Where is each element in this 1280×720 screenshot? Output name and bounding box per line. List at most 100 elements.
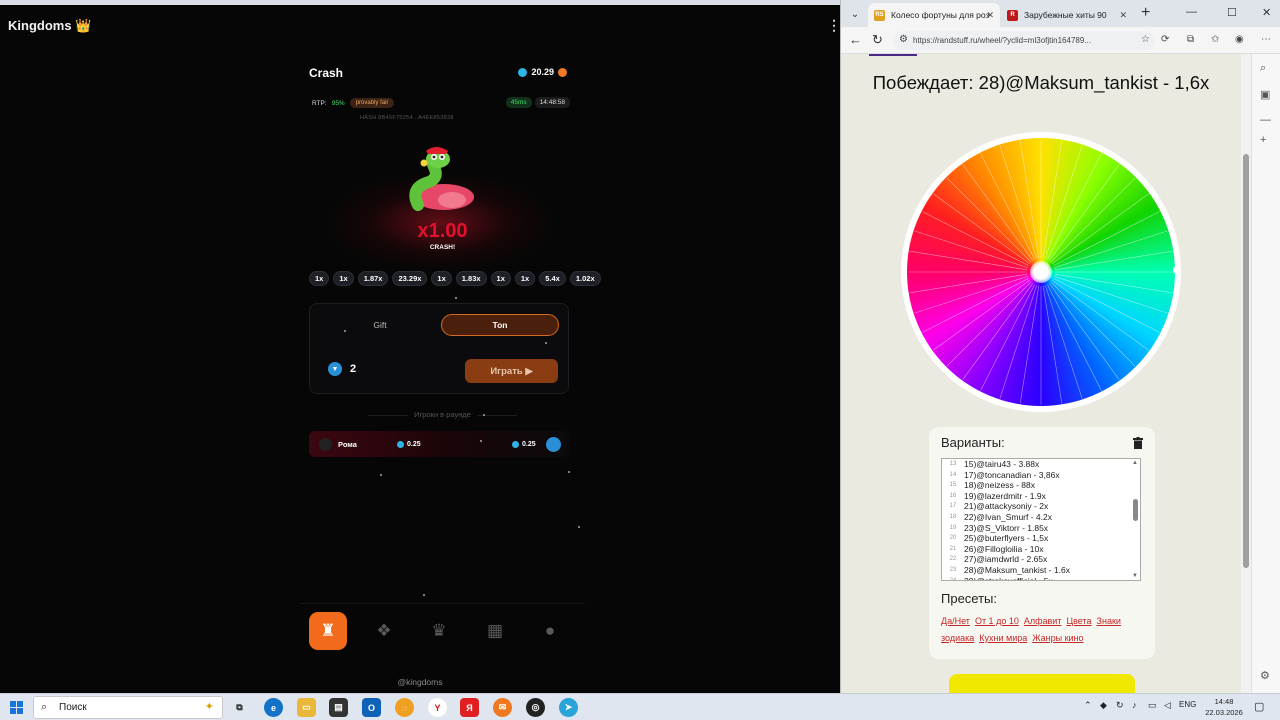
add-balance-icon[interactable] <box>558 67 567 77</box>
spin-button[interactable] <box>949 674 1135 693</box>
preset-link[interactable]: Да/Нет <box>941 616 970 626</box>
line-number: 18 <box>949 513 957 520</box>
list-item: 23 28)@Maksum_tankist - 1.6x <box>942 565 1140 576</box>
yandex-browser-icon[interactable]: Y <box>428 698 447 717</box>
close-icon[interactable]: ✕ <box>1119 10 1127 21</box>
add-icon[interactable]: + <box>1260 134 1266 146</box>
nav-gifts-icon[interactable]: ❖ <box>365 612 403 650</box>
app-circle-icon[interactable]: ◌ <box>395 698 414 717</box>
presets-title: Пресеты: <box>941 591 998 606</box>
list-scrollbar[interactable] <box>1133 499 1138 521</box>
url-input[interactable]: https://randstuff.ru/wheel/?yclid=ml3ofj… <box>893 31 1155 50</box>
site-info-icon[interactable]: ⚙ <box>899 34 908 45</box>
particle <box>545 342 547 344</box>
store-icon[interactable]: ▤ <box>329 698 348 717</box>
history-chip: 1x <box>309 271 330 286</box>
tab-gift[interactable]: Gift <box>320 314 440 336</box>
preset-link[interactable]: Цвета <box>1066 616 1091 626</box>
scroll-down-icon[interactable]: ▼ <box>1132 573 1138 579</box>
variant-text: 29)@strokovofficial - 5x <box>964 575 1053 581</box>
particle <box>455 297 457 299</box>
bet-amount-field[interactable]: ▼ 2 <box>328 362 356 376</box>
history-chip: 1.02x <box>569 271 601 286</box>
toolbox-icon[interactable]: ▣ <box>1260 88 1270 101</box>
volume-icon[interactable]: ◁ <box>1164 700 1171 711</box>
preset-link[interactable]: От 1 до 10 <box>975 616 1019 626</box>
tab-ton[interactable]: Ton <box>441 314 559 336</box>
scroll-up-icon[interactable]: ▲ <box>1132 460 1138 466</box>
refresh-page-icon[interactable]: ⟳ <box>1161 34 1169 45</box>
address-bar: ← ↻ https://randstuff.ru/wheel/?yclid=ml… <box>841 27 1280 54</box>
page-scrollbar[interactable] <box>1241 54 1251 693</box>
trash-icon[interactable] <box>1133 437 1143 449</box>
nav-apps-icon[interactable]: ▦ <box>476 612 514 650</box>
more-icon[interactable]: ⋯ <box>1261 34 1271 45</box>
play-button[interactable]: Играть ▶ <box>465 359 558 383</box>
task-view-icon[interactable]: ⧉ <box>230 698 249 717</box>
copilot-sparkle-icon: ✦ <box>204 701 214 713</box>
fortune-wheel[interactable] <box>901 132 1181 412</box>
preset-links: Да/Нет От 1 до 10 Алфавит Цвета Знаки зодиак… <box>941 613 1146 647</box>
close-icon[interactable]: ✕ <box>986 10 994 21</box>
variant-text: 27)@iamdwrld - 2.65x <box>964 554 1048 565</box>
nav-castle-icon[interactable]: ♜ <box>309 612 347 650</box>
maximize-icon[interactable]: ☐ <box>1227 6 1237 19</box>
tray-sync-icon[interactable]: ↻ <box>1116 700 1124 711</box>
multiplier-history: 1x 1x 1.87x 23.29x 1x 1.83x 1x 1x 5.4x 1.02x <box>309 271 601 286</box>
wheel-segment-line <box>1052 193 1149 265</box>
app-menu-icon[interactable]: ⋮ <box>827 17 841 34</box>
kingdoms-app-window: Kingdoms 👑 ⋮ Crash 20.29 RTP: 95% provab… <box>0 0 841 693</box>
file-explorer-icon[interactable]: ▭ <box>297 698 316 717</box>
player-win: 0.25 <box>512 440 536 448</box>
tab-list-icon[interactable]: ⌄ <box>847 6 863 22</box>
edge-icon[interactable]: e <box>264 698 283 717</box>
footer-handle: @kingdoms <box>397 677 443 687</box>
nav-trophy-icon[interactable]: ♛ <box>420 612 458 650</box>
system-clock[interactable]: 14:48 22.03.2026 <box>1203 696 1245 718</box>
notifications-icon[interactable]: ▢ <box>1254 700 1264 713</box>
list-item: 21 26)@Fillogloilia - 10x <box>942 544 1140 555</box>
balance-display[interactable]: 20.29 <box>518 67 567 77</box>
window-close-icon[interactable]: ✕ <box>1262 6 1271 19</box>
telegram-icon[interactable]: ➤ <box>559 698 578 717</box>
divider-icon: — <box>1260 114 1271 126</box>
browser-tab-wheel[interactable]: RS Колесо фортуны для роз ✕ <box>868 3 1000 27</box>
new-tab-icon[interactable]: + <box>1141 4 1150 22</box>
back-icon[interactable]: ← <box>849 32 862 47</box>
windows-start-icon[interactable] <box>10 701 23 714</box>
favorite-star-icon[interactable]: ☆ <box>1141 34 1150 45</box>
taskbar-search[interactable]: ⌕ Поиск ✦ <box>33 696 223 719</box>
provably-fair-badge[interactable]: provably fair <box>349 98 395 108</box>
outlook-icon[interactable]: O <box>362 698 381 717</box>
language-indicator[interactable]: ENG <box>1179 700 1196 709</box>
search-icon[interactable]: ⌕ <box>1260 62 1266 75</box>
obs-icon[interactable]: ◎ <box>526 698 545 717</box>
list-item: 18 22)@Ivan_Smurf - 4.2x <box>942 512 1140 523</box>
app-title: Kingdoms 👑 <box>8 18 92 33</box>
preset-link[interactable]: Жанры кино <box>1032 633 1083 643</box>
variants-textarea[interactable]: 13 15)@tairu43 - 3.88x 14 17)@toncanadian -… <box>941 458 1141 581</box>
nav-profile-icon[interactable]: ● <box>531 612 569 650</box>
messenger-icon[interactable]: ✉ <box>493 698 512 717</box>
preset-link[interactable]: Кухни мира <box>979 633 1027 643</box>
mic-icon[interactable]: ♪ <box>1132 700 1137 710</box>
tray-overflow-icon[interactable]: ⌃ <box>1084 700 1092 711</box>
profile-icon[interactable]: ◉ <box>1235 34 1244 45</box>
crash-game: Crash 20.29 RTP: 95% provably fair 45ms … <box>300 55 601 650</box>
minimize-icon[interactable]: — <box>1186 6 1197 18</box>
settings-icon[interactable]: ⚙ <box>1260 669 1270 682</box>
browser-tab-music[interactable]: R Зарубежные хиты 90 ✕ <box>1001 3 1133 27</box>
ton-coin-icon <box>512 440 519 448</box>
round-hash[interactable]: HASH 8B45F75254...A4EE853838 <box>360 115 454 121</box>
preset-link[interactable]: Алфавит <box>1024 616 1062 626</box>
tray-app-icon[interactable]: ◆ <box>1100 700 1107 711</box>
extensions-icon[interactable]: ⧉ <box>1187 34 1194 45</box>
player-row: Рома 0.25 0.25 <box>309 431 569 457</box>
reload-icon[interactable]: ↻ <box>872 32 883 48</box>
network-icon[interactable]: ▭ <box>1148 700 1157 711</box>
wheel-segment-line <box>1050 177 1136 263</box>
favorites-icon[interactable]: ✩ <box>1211 34 1219 45</box>
page-scroll-thumb[interactable] <box>1243 154 1249 568</box>
list-item: 16 19)@lazerdmitr - 1.9x <box>942 491 1140 502</box>
yandex-icon[interactable]: Я <box>460 698 479 717</box>
